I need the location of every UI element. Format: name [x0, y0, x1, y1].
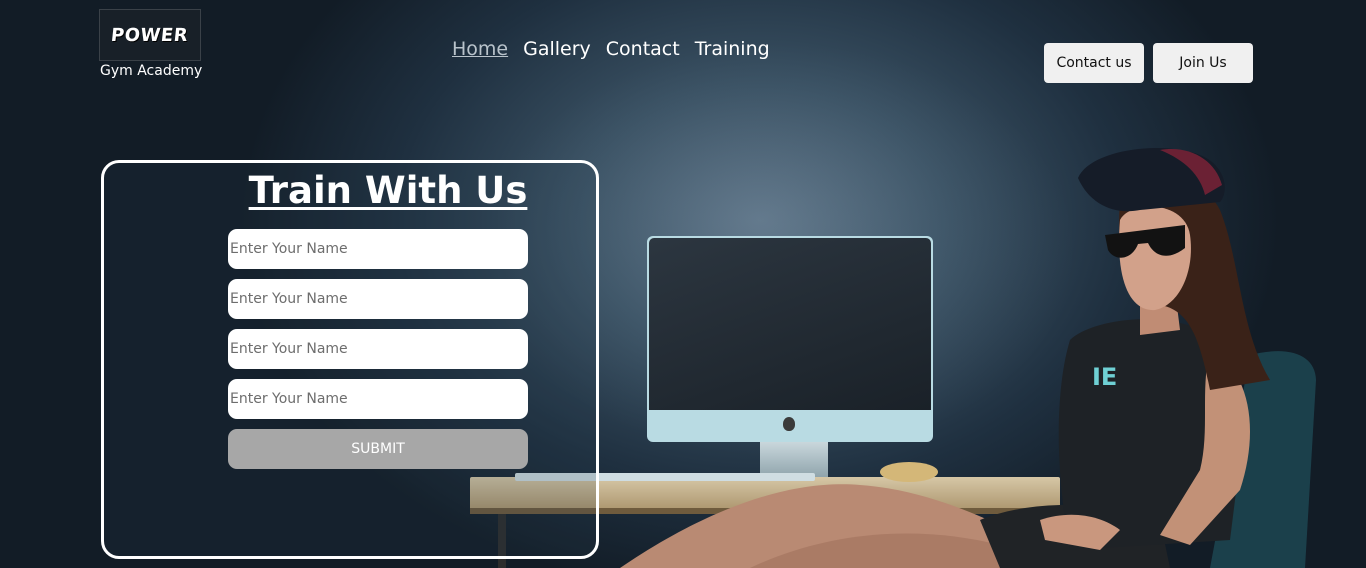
shirt-text: IE — [1092, 363, 1117, 391]
main-nav: Home Gallery Contact Training — [452, 38, 770, 60]
nav-link-home[interactable]: Home — [452, 38, 508, 60]
name-input-3[interactable] — [228, 329, 528, 369]
computer-mouse — [880, 462, 938, 482]
logo-text: POWER — [110, 24, 190, 46]
name-input-1[interactable] — [228, 229, 528, 269]
page: POWER Gym Academy Home Gallery Contact T… — [0, 0, 1366, 568]
name-input-2[interactable] — [228, 279, 528, 319]
brand-subtitle: Gym Academy — [100, 63, 203, 79]
logo[interactable]: POWER — [99, 9, 201, 61]
join-us-button[interactable]: Join Us — [1153, 43, 1253, 83]
form-title: Train With Us — [248, 169, 528, 212]
apple-logo-icon — [783, 417, 795, 431]
name-input-4[interactable] — [228, 379, 528, 419]
monitor-screen — [649, 238, 931, 410]
nav-link-gallery[interactable]: Gallery — [523, 38, 591, 60]
nav-link-training[interactable]: Training — [695, 38, 770, 60]
submit-button[interactable]: SUBMIT — [228, 429, 528, 469]
monitor-image — [647, 236, 933, 442]
signup-form: Train With Us SUBMIT — [101, 160, 599, 559]
nav-link-contact[interactable]: Contact — [606, 38, 680, 60]
contact-us-button[interactable]: Contact us — [1044, 43, 1144, 83]
